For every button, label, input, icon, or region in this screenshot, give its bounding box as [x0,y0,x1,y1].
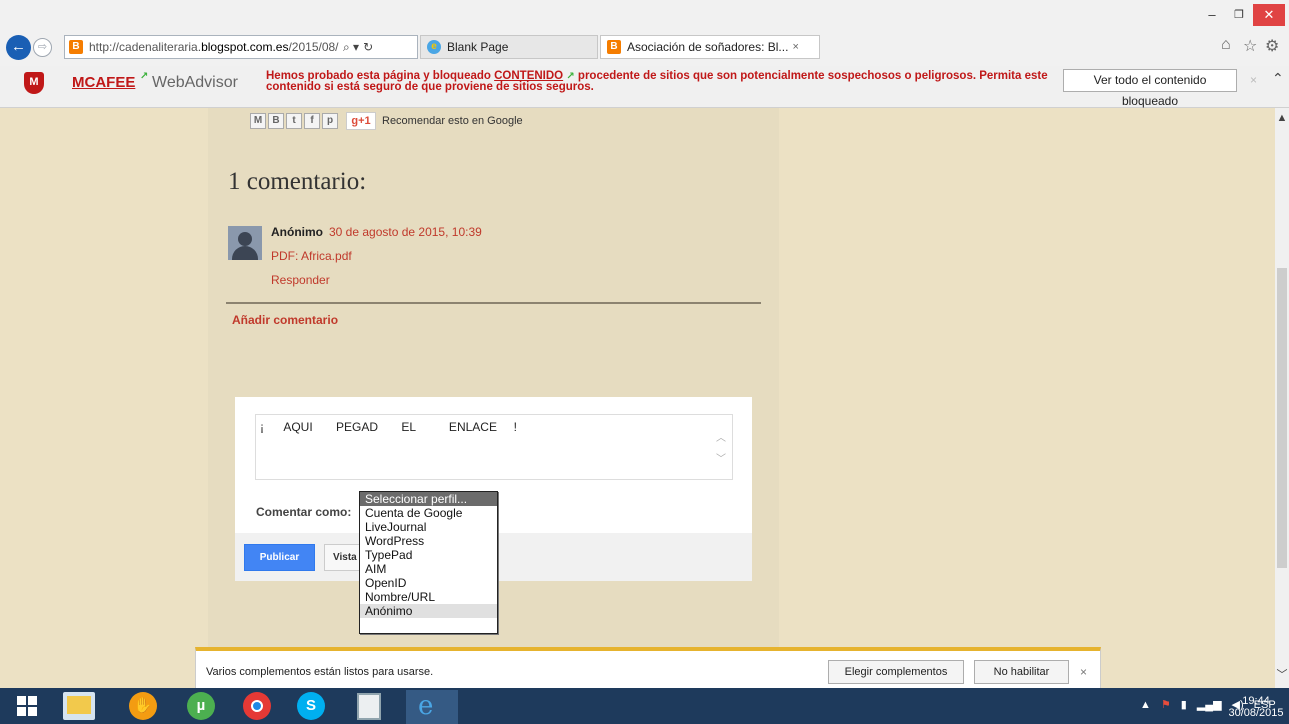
comment-text-link[interactable]: PDF: Africa.pdf [271,249,352,263]
minimize-button[interactable]: – [1199,4,1225,26]
choose-addons-button[interactable]: Elegir complementos [828,660,964,684]
start-button[interactable] [17,696,37,716]
address-search-icon[interactable]: ⌕ ▾ [343,40,359,55]
utorrent-icon[interactable]: µ [187,692,215,720]
comment-date-link[interactable]: 30 de agosto de 2015, 10:39 [329,225,482,239]
profile-select-dropdown[interactable]: Seleccionar perfil... Cuenta de Google L… [359,491,498,634]
chevron-down-icon[interactable]: ﹀ [716,450,726,465]
mcafee-brand-link[interactable]: MCAFEE [72,74,135,91]
notification-text: Varios complementos están listos para us… [206,666,434,678]
tab-close-icon[interactable]: × [792,41,798,53]
tab-asociacion[interactable]: B Asociación de soñadores: Bl... × [600,35,820,59]
comments-divider [226,302,761,304]
gplus-button[interactable]: g+1 [346,112,376,130]
profile-option[interactable]: Cuenta de Google [360,506,497,520]
profile-option[interactable]: OpenID [360,576,497,590]
reply-link[interactable]: Responder [271,273,330,287]
profile-option[interactable]: Anónimo [360,604,497,618]
tray-expand-icon[interactable]: ▲ [1140,699,1151,711]
ie-favicon-icon: e [427,40,441,54]
comment-textarea-value: ¡ AQUI PEGAD EL ENLACE ! [260,420,517,434]
documents-icon[interactable] [357,693,381,720]
refresh-icon[interactable]: ↻ [363,40,373,54]
scroll-thumb[interactable] [1277,268,1287,568]
windows-logo-icon [17,696,26,705]
scroll-up-icon[interactable]: ▲ [1275,112,1289,124]
chrome-center [251,700,263,712]
windows-logo-pane [17,707,26,716]
folder-shape [67,696,91,714]
profile-option[interactable]: WordPress [360,534,497,548]
collapse-chevron-icon[interactable]: ⌃ [1272,70,1284,87]
tab-label: Blank Page [447,40,509,54]
clock-date: 30/08/2015 [1228,707,1284,719]
comment-textarea[interactable]: ¡ AQUI PEGAD EL ENLACE ! ︿ ﹀ [255,414,733,480]
windows-logo-pane [28,707,37,716]
blogger-share-icon[interactable]: B [268,113,284,129]
internet-explorer-icon: e [418,691,434,721]
battery-icon[interactable]: ▮ [1181,698,1187,711]
windows-logo-pane [28,696,37,705]
mcafee-shield-icon: M [24,72,44,94]
profile-option[interactable]: AIM [360,562,497,576]
file-explorer-icon[interactable] [63,692,95,720]
profile-option[interactable]: LiveJournal [360,520,497,534]
network-signal-icon[interactable]: ▂▄▆ [1197,698,1222,711]
external-link-icon: ↗ [140,71,149,82]
mcafee-message: Hemos probado esta página y bloqueado CO… [266,70,1048,93]
share-buttons: M B t f p g+1 Recomendar esto en Google [250,112,523,130]
browser-chrome: – ❐ ✕ ← ⇨ B http://cadenaliteraria.blogs… [0,0,1289,66]
scroll-down-icon[interactable]: ﹀ [1275,666,1289,682]
recommend-google-text: Recomendar esto en Google [382,115,523,127]
glove-app-icon[interactable]: ✋ [129,692,157,720]
mcafee-close-icon[interactable]: × [1250,73,1257,87]
view-blocked-content-button[interactable]: Ver todo el contenido bloqueado [1063,69,1237,108]
blogger-favicon-icon: B [607,40,621,54]
profile-option[interactable]: Nombre/URL [360,590,497,604]
add-comment-heading: Añadir comentario [232,313,339,327]
clock-time: 19:44 [1242,695,1270,707]
home-icon[interactable]: ⌂ [1221,36,1231,54]
no-enable-button[interactable]: No habilitar [974,660,1069,684]
comments-heading: 1 comentario: [228,168,367,195]
tab-label: Asociación de soñadores: Bl... [627,40,789,54]
profile-option[interactable]: Seleccionar perfil... [360,492,497,506]
internet-explorer-taskbar-button[interactable]: e [406,690,458,724]
publish-button[interactable]: Publicar [244,544,315,571]
skype-icon[interactable]: S [297,692,325,720]
forward-arrow-icon: ⇨ [37,41,48,53]
address-bar[interactable]: B http://cadenaliteraria.blogspot.com.es… [64,35,418,59]
addons-notification-bar: Varios complementos están listos para us… [195,647,1101,691]
mcafee-webadvisor-bar: M MCAFEE ↗ WebAdvisor Hemos probado esta… [0,66,1289,108]
close-window-button[interactable]: ✕ [1253,4,1285,26]
address-url[interactable]: http://cadenaliteraria.blogspot.com.es/2… [89,40,339,54]
gear-icon[interactable]: ⚙ [1265,36,1279,56]
page-scrollbar[interactable]: ▲ ﹀ [1275,108,1289,688]
profile-option[interactable]: TypePad [360,548,497,562]
avatar-head [238,232,252,246]
avatar [228,226,262,260]
comment-author: Anónimo [271,225,323,239]
tab-blank-page[interactable]: e Blank Page [420,35,598,59]
comment-as-label: Comentar como: [256,505,352,519]
mcafee-product-name: WebAdvisor [152,74,238,91]
page-viewport: M B t f p g+1 Recomendar esto en Google … [0,108,1275,688]
action-center-flag-icon[interactable]: ⚑ [1161,698,1171,711]
blogger-favicon-icon: B [69,40,83,54]
avatar-body [232,246,258,260]
twitter-share-icon[interactable]: t [286,113,302,129]
notification-close-icon[interactable]: × [1080,665,1087,679]
back-arrow-icon: ← [11,38,26,55]
forward-button[interactable]: ⇨ [33,38,52,57]
restore-button[interactable]: ❐ [1227,4,1251,26]
chrome-icon[interactable] [243,692,271,720]
facebook-share-icon[interactable]: f [304,113,320,129]
chevron-up-icon[interactable]: ︿ [716,429,726,444]
taskbar-clock[interactable]: 19:44 30/08/2015 [1225,695,1287,719]
email-share-icon[interactable]: M [250,113,266,129]
favorites-star-icon[interactable]: ☆ [1243,36,1257,56]
back-button[interactable]: ← [6,35,31,60]
pinterest-share-icon[interactable]: p [322,113,338,129]
